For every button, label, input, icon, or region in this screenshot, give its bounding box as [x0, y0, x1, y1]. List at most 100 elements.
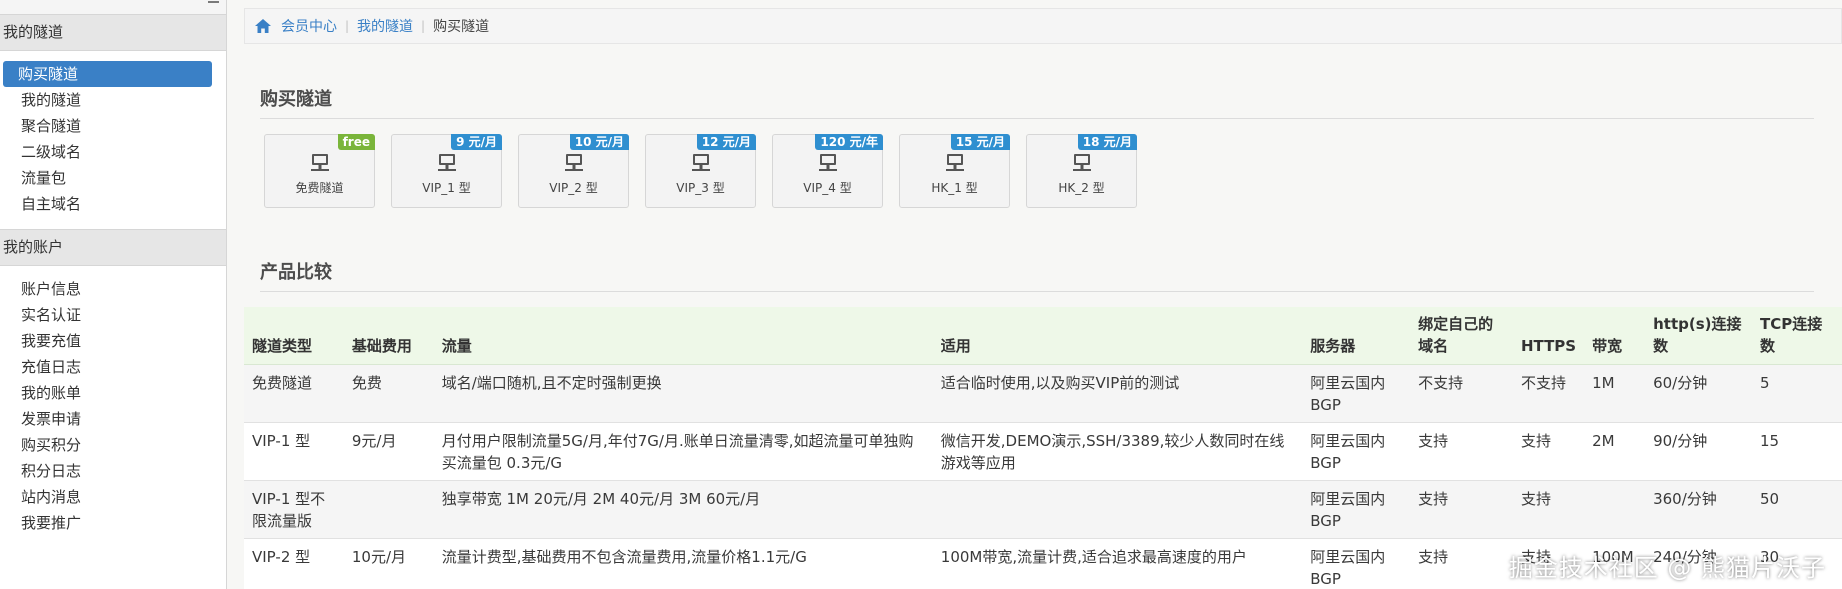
table-cell	[343, 480, 434, 539]
table-cell: VIP-2 型	[244, 538, 344, 589]
table-cell: 100M带宽,流量计费,适合追求最高速度的用户	[932, 538, 1303, 589]
product-label: VIP_4 型	[803, 181, 852, 195]
product-card-hk2[interactable]: 18 元/月 HK_2 型	[1026, 134, 1137, 208]
product-card-free[interactable]: free 免费隧道	[264, 134, 375, 208]
sidebar-item-custom-domain[interactable]: 自主域名	[3, 191, 212, 217]
table-cell: 支持	[1512, 422, 1585, 481]
table-cell: VIP-1 型不限流量版	[244, 480, 344, 539]
sidebar-section-title-tunnels: 我的隧道	[0, 14, 226, 51]
terminal-icon	[1072, 154, 1091, 171]
product-label: VIP_1 型	[422, 181, 471, 195]
column-header: 流量	[433, 307, 933, 365]
table-row: VIP-1 型不限流量版 独享带宽 1M 20元/月 2M 40元/月 3M 6…	[244, 480, 1842, 539]
product-label: HK_1 型	[931, 181, 978, 195]
table-cell: 微信开发,DEMO演示,SSH/3389,较少人数同时在线游戏等应用	[932, 422, 1303, 481]
column-header: TCP连接数	[1752, 307, 1842, 365]
terminal-icon	[564, 154, 583, 171]
breadcrumb-separator: |	[345, 19, 350, 33]
table-cell	[1584, 480, 1646, 539]
breadcrumb-link-my-tunnels[interactable]: 我的隧道	[357, 16, 413, 36]
sidebar-item-referral[interactable]: 我要推广	[3, 510, 212, 536]
product-card-vip3[interactable]: 12 元/月 VIP_3 型	[645, 134, 756, 208]
table-cell: 5	[1752, 364, 1842, 423]
home-icon[interactable]	[255, 19, 271, 33]
sidebar: 我的隧道 购买隧道 我的隧道 聚合隧道 二级域名 流量包 自主域名 我的账户 账…	[0, 0, 227, 589]
column-header: 适用	[932, 307, 1303, 365]
sidebar-item-recharge-log[interactable]: 充值日志	[3, 354, 212, 380]
comparison-table: 隧道类型 基础费用 流量 适用 服务器 绑定自己的域名 HTTPS 带宽 htt…	[244, 307, 1842, 589]
terminal-icon	[310, 154, 329, 171]
sidebar-item-my-tunnels[interactable]: 我的隧道	[3, 87, 212, 113]
table-cell: 不支持	[1410, 364, 1513, 423]
product-label: 免费隧道	[295, 181, 344, 195]
sidebar-item-buy-points[interactable]: 购买积分	[3, 432, 212, 458]
table-header-row: 隧道类型 基础费用 流量 适用 服务器 绑定自己的域名 HTTPS 带宽 htt…	[244, 307, 1842, 365]
table-cell: 阿里云国内BGP	[1302, 480, 1411, 539]
product-label: VIP_3 型	[676, 181, 725, 195]
breadcrumb: 会员中心 | 我的隧道 | 购买隧道	[244, 8, 1842, 44]
terminal-icon	[818, 154, 837, 171]
table-cell: 月付用户限制流量5G/月,年付7G/月.账单日流量清零,如超流量可单独购买流量包…	[433, 422, 933, 481]
breadcrumb-link-member-center[interactable]: 会员中心	[281, 16, 337, 36]
table-cell: 90/分钟	[1645, 422, 1753, 481]
table-cell: 10元/月	[343, 538, 434, 589]
column-header: HTTPS	[1512, 307, 1585, 365]
terminal-icon	[691, 154, 710, 171]
sidebar-item-invoice[interactable]: 发票申请	[3, 406, 212, 432]
sidebar-item-traffic-pack[interactable]: 流量包	[3, 165, 212, 191]
product-card-vip4[interactable]: 120 元/年 VIP_4 型	[772, 134, 883, 208]
sidebar-section-title-account: 我的账户	[0, 229, 226, 266]
price-tag: 120 元/年	[815, 134, 883, 150]
table-cell: 域名/端口随机,且不定时强制更换	[433, 364, 933, 423]
table-cell: 阿里云国内BGP	[1302, 538, 1411, 589]
column-header: 绑定自己的域名	[1410, 307, 1513, 365]
column-header: 基础费用	[343, 307, 434, 365]
sidebar-item-subdomains[interactable]: 二级域名	[3, 139, 212, 165]
table-cell: 免费	[343, 364, 434, 423]
table-cell: 支持	[1410, 480, 1513, 539]
main-content: 会员中心 | 我的隧道 | 购买隧道 购买隧道 free 免费隧道 9 元/月 …	[244, 8, 1842, 589]
price-tag: 9 元/月	[451, 134, 502, 150]
sidebar-item-my-bills[interactable]: 我的账单	[3, 380, 212, 406]
price-tag: 18 元/月	[1077, 134, 1137, 150]
product-card-vip1[interactable]: 9 元/月 VIP_1 型	[391, 134, 502, 208]
table-cell: 适合临时使用,以及购买VIP前的测试	[932, 364, 1303, 423]
breadcrumb-current: 购买隧道	[433, 19, 490, 35]
sidebar-item-points-log[interactable]: 积分日志	[3, 458, 212, 484]
sidebar-item-aggregate-tunnels[interactable]: 聚合隧道	[3, 113, 212, 139]
table-cell: 流量计费型,基础费用不包含流量费用,流量价格1.1元/G	[433, 538, 933, 589]
price-tag: 12 元/月	[696, 134, 756, 150]
table-cell: 支持	[1410, 538, 1513, 589]
terminal-icon	[437, 154, 456, 171]
sidebar-item-recharge[interactable]: 我要充值	[3, 328, 212, 354]
table-cell: 阿里云国内BGP	[1302, 422, 1411, 481]
table-cell: 2M	[1584, 422, 1646, 481]
product-card-hk1[interactable]: 15 元/月 HK_1 型	[899, 134, 1010, 208]
product-label: VIP_2 型	[549, 181, 598, 195]
table-cell: 360/分钟	[1645, 480, 1753, 539]
table-cell: 1M	[1584, 364, 1646, 423]
table-cell: 支持	[1410, 422, 1513, 481]
table-cell: 免费隧道	[244, 364, 344, 423]
sidebar-item-buy-tunnel[interactable]: 购买隧道	[3, 61, 212, 87]
column-header: 带宽	[1584, 307, 1646, 365]
product-card-vip2[interactable]: 10 元/月 VIP_2 型	[518, 134, 629, 208]
sidebar-item-real-name-auth[interactable]: 实名认证	[3, 302, 212, 328]
table-row: VIP-1 型 9元/月 月付用户限制流量5G/月,年付7G/月.账单日流量清零…	[244, 422, 1842, 481]
price-tag: free	[337, 134, 375, 150]
compare-section-title: 产品比较	[260, 258, 1814, 292]
table-cell: 60/分钟	[1645, 364, 1753, 423]
table-row: 免费隧道 免费 域名/端口随机,且不定时强制更换 适合临时使用,以及购买VIP前…	[244, 364, 1842, 423]
minus-icon[interactable]	[208, 1, 219, 3]
buy-section-title: 购买隧道	[260, 85, 1814, 119]
terminal-icon	[945, 154, 964, 171]
price-tag: 10 元/月	[569, 134, 629, 150]
sidebar-topbar	[0, 0, 226, 14]
sidebar-item-messages[interactable]: 站内消息	[3, 484, 212, 510]
buy-section: 购买隧道	[244, 85, 1824, 119]
product-list: free 免费隧道 9 元/月 VIP_1 型 10 元/月 VIP_2 型 1…	[264, 134, 1153, 208]
table-cell: VIP-1 型	[244, 422, 344, 481]
sidebar-item-account-info[interactable]: 账户信息	[3, 276, 212, 302]
price-tag: 15 元/月	[950, 134, 1010, 150]
breadcrumb-separator: |	[421, 19, 426, 33]
